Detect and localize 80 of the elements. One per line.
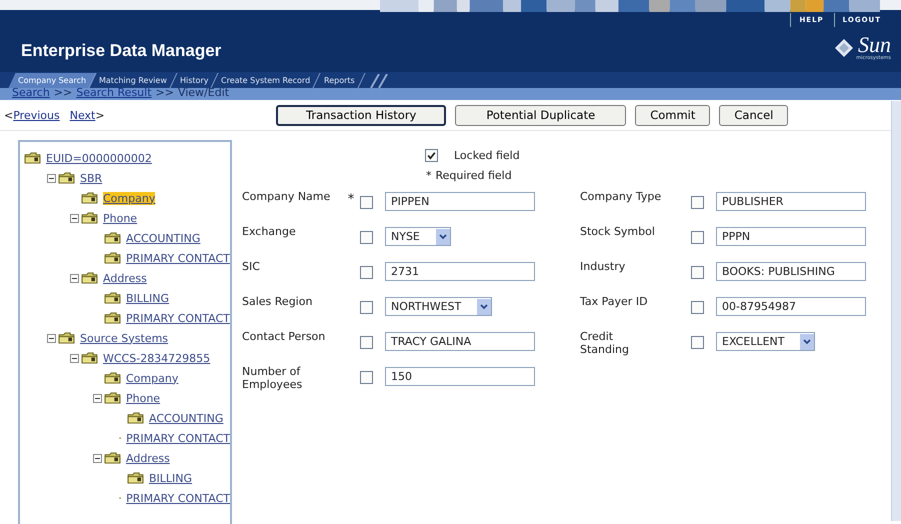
collapse-icon[interactable] bbox=[47, 334, 56, 342]
breadcrumb-text: View/Edit bbox=[178, 86, 230, 98]
lock-checkbox[interactable] bbox=[360, 231, 373, 244]
previous-link[interactable]: Previous bbox=[13, 108, 60, 122]
breadcrumb-text: >> bbox=[54, 86, 72, 98]
legend-text: Locked field bbox=[454, 148, 520, 162]
input-field[interactable]: PIPPEN bbox=[385, 192, 535, 211]
lock-checkbox[interactable] bbox=[360, 301, 373, 314]
previous-caret: < bbox=[4, 108, 14, 122]
input-field[interactable]: PPPN bbox=[716, 227, 866, 246]
field-label: Sales Region bbox=[242, 294, 314, 308]
field-label: Company Name bbox=[242, 189, 332, 203]
next-link[interactable]: Next bbox=[70, 108, 96, 122]
tree-node-link[interactable]: PRIMARY CONTACT bbox=[126, 312, 230, 324]
field-label: SIC bbox=[242, 259, 261, 273]
nav-tab[interactable]: Company Search bbox=[8, 73, 97, 88]
field-label: Contact Person bbox=[242, 329, 326, 343]
input-field[interactable]: BOOKS: PUBLISHING bbox=[716, 262, 866, 281]
required-mark: * bbox=[426, 168, 432, 182]
logo-name: Sun bbox=[858, 35, 891, 55]
tree-node-link[interactable]: Address bbox=[103, 272, 147, 284]
tree-node-link[interactable]: PRIMARY CONTACT bbox=[126, 252, 230, 264]
scrollbar[interactable] bbox=[891, 101, 901, 521]
tree-node-link[interactable]: ACCOUNTING bbox=[126, 232, 200, 244]
lock-checkbox[interactable] bbox=[360, 266, 373, 279]
collapse-icon[interactable] bbox=[93, 394, 102, 402]
input-field[interactable]: PUBLISHER bbox=[716, 192, 866, 211]
breadcrumb-link[interactable]: Search Result bbox=[76, 86, 152, 98]
required-mark: * bbox=[348, 192, 354, 207]
tree-node-link[interactable]: PRIMARY CONTACT bbox=[126, 432, 230, 444]
action-button[interactable]: Potential Duplicate bbox=[455, 104, 626, 126]
collapse-icon[interactable] bbox=[70, 354, 79, 362]
collapse-icon[interactable] bbox=[47, 174, 56, 182]
input-field[interactable]: TRACY GALINA bbox=[385, 332, 535, 351]
tree-node-link[interactable]: PRIMARY CONTACT bbox=[126, 492, 230, 504]
dropdown[interactable]: EXCELLENT bbox=[716, 332, 816, 351]
tree-node-link[interactable]: Phone bbox=[126, 392, 160, 404]
legend-text: Required field bbox=[436, 168, 512, 182]
collapse-icon[interactable] bbox=[70, 274, 79, 282]
lock-checkbox[interactable] bbox=[691, 301, 704, 314]
lock-checkbox[interactable] bbox=[691, 231, 704, 244]
diamond-logo-icon bbox=[834, 38, 854, 58]
field-label: Stock Symbol bbox=[580, 224, 656, 238]
lock-checkbox[interactable] bbox=[691, 266, 704, 279]
field-label: Company Type bbox=[580, 189, 662, 203]
lock-checkbox[interactable] bbox=[691, 336, 704, 349]
tree-node-link[interactable]: Source Systems bbox=[80, 332, 168, 344]
field-label: Number of Employees bbox=[242, 364, 304, 391]
tree-node-link[interactable]: Address bbox=[126, 452, 170, 464]
lock-checkbox[interactable] bbox=[360, 196, 373, 209]
tree-node-link[interactable]: SBR bbox=[80, 172, 102, 184]
field-label: Tax Payer ID bbox=[580, 294, 649, 308]
action-button[interactable]: Cancel bbox=[719, 104, 788, 126]
action-button[interactable]: Commit bbox=[635, 104, 710, 126]
field-label: Credit Standing bbox=[580, 329, 630, 356]
action-button[interactable]: Transaction History bbox=[276, 104, 446, 126]
field-label: Exchange bbox=[242, 224, 297, 238]
input-field[interactable]: 2731 bbox=[385, 262, 535, 281]
next-caret: > bbox=[95, 108, 105, 122]
tree-node-link[interactable]: WCCS-2834729855 bbox=[103, 352, 210, 364]
breadcrumb-text: >> bbox=[156, 86, 174, 98]
input-field[interactable]: 00-87954987 bbox=[716, 297, 866, 316]
tree-node-link[interactable]: ACCOUNTING bbox=[149, 412, 224, 424]
tree-node-link[interactable]: Company bbox=[126, 372, 178, 384]
tree-node-link[interactable]: EUID=0000000002 bbox=[46, 152, 152, 164]
dropdown[interactable]: NYSE bbox=[385, 227, 451, 246]
lock-checkbox[interactable] bbox=[360, 371, 373, 384]
input-field[interactable]: 150 bbox=[385, 367, 535, 386]
collapse-icon[interactable] bbox=[70, 214, 79, 222]
lock-checkbox[interactable] bbox=[360, 336, 373, 349]
app-title: Enterprise Data Manager bbox=[21, 41, 222, 61]
collapse-icon[interactable] bbox=[93, 454, 102, 462]
tree-node-link[interactable]: BILLING bbox=[149, 472, 192, 484]
breadcrumb-link[interactable]: Search bbox=[12, 86, 50, 98]
field-label: Industry bbox=[580, 259, 626, 273]
dropdown[interactable]: NORTHWEST bbox=[385, 297, 492, 316]
tree-node-link[interactable]: BILLING bbox=[126, 292, 170, 304]
tree-node-link[interactable]: Phone bbox=[103, 212, 138, 224]
tree-node-link[interactable]: Company bbox=[103, 192, 156, 204]
lock-checkbox[interactable] bbox=[691, 196, 704, 209]
